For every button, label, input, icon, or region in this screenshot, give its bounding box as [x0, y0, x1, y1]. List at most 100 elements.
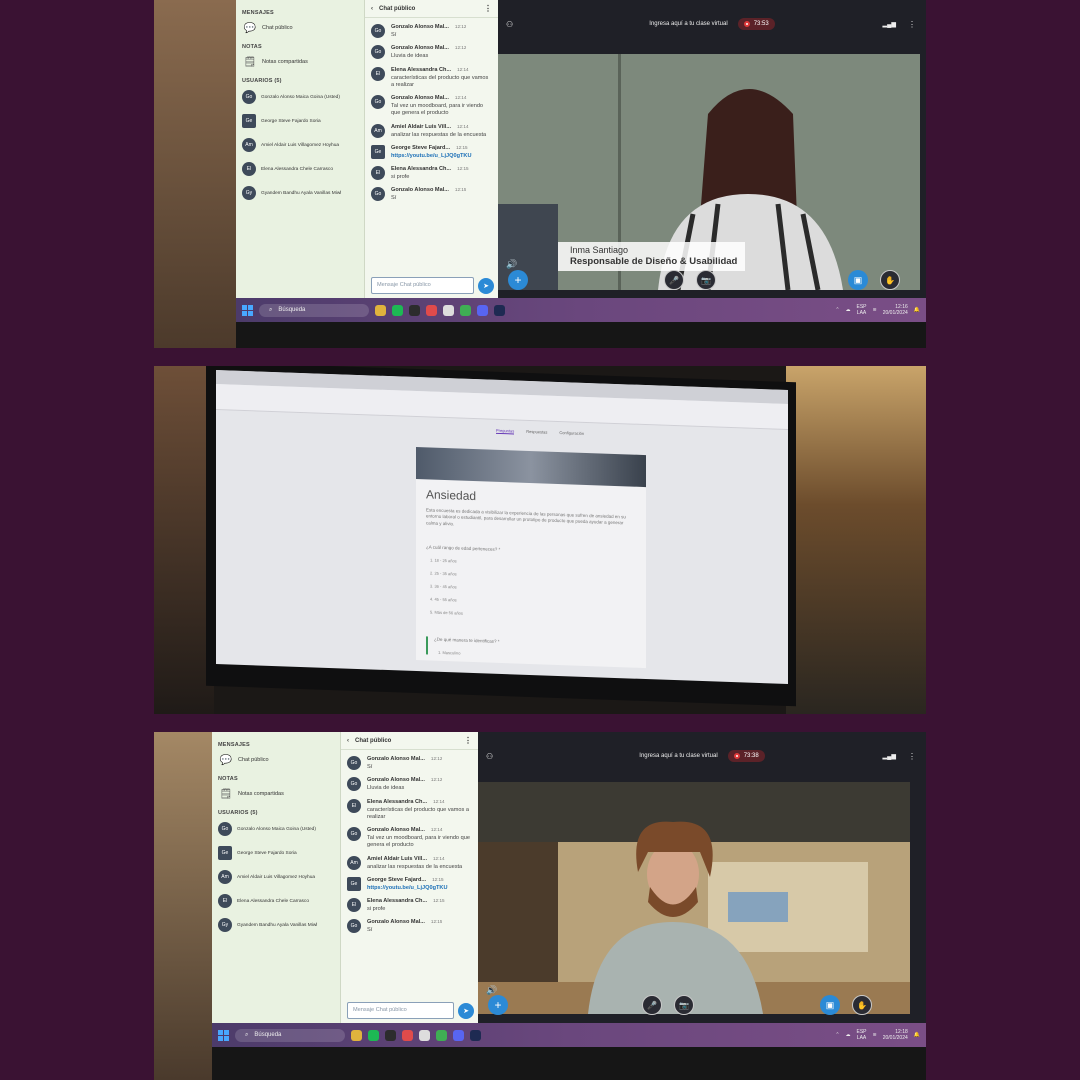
discord-icon[interactable]: [477, 304, 488, 316]
raise-hand-button[interactable]: ✋: [880, 270, 900, 290]
cloud-icon[interactable]: ☁: [846, 307, 851, 313]
add-action-button[interactable]: +: [508, 270, 528, 290]
message-link[interactable]: https://youtu.be/u_LjJQ0gTKU: [367, 885, 448, 892]
public-chat-label: Chat público: [238, 757, 269, 763]
pdf-icon[interactable]: [419, 1029, 430, 1041]
raise-hand-button[interactable]: ✋: [852, 995, 872, 1015]
windows-start-icon[interactable]: [242, 304, 253, 316]
pdf-icon[interactable]: [443, 304, 454, 316]
kebab-menu-icon[interactable]: ⋮: [484, 4, 492, 13]
avatar: Go: [371, 95, 385, 110]
option[interactable]: 5. Más de 56 años: [430, 609, 636, 621]
wifi-icon[interactable]: ≋: [873, 1032, 877, 1038]
taskbar-clock[interactable]: 12:18 20/01/2024: [883, 1029, 908, 1042]
kebab-menu-icon[interactable]: ⋮: [464, 736, 472, 745]
user-item[interactable]: Gy Gyandem Bandhu Ayala Vanillas Miwl: [218, 918, 334, 932]
notes-icon: 🗒: [243, 56, 257, 68]
language-indicator[interactable]: ESP LAA: [857, 304, 867, 317]
mute-mic-button[interactable]: 🎤: [664, 270, 684, 290]
app-icon[interactable]: [409, 304, 420, 316]
option[interactable]: 4. 45 - 55 años: [430, 596, 636, 608]
question-1[interactable]: ¿A cuál rango de edad perteneces? *: [426, 544, 636, 556]
file-explorer-icon[interactable]: [351, 1029, 362, 1041]
tab-responses[interactable]: Respuestas: [526, 429, 547, 436]
users-icon[interactable]: ⚇: [506, 20, 513, 29]
taskbar-search[interactable]: ⌕ Búsqueda: [259, 303, 369, 317]
discord-icon[interactable]: [453, 1029, 464, 1041]
shared-notes-item[interactable]: 🗒 Notas compartidas: [244, 56, 358, 68]
camera-button[interactable]: 📷: [696, 270, 716, 290]
shared-notes-item[interactable]: 🗒 Notas compartidas: [220, 788, 334, 800]
chat-message-input[interactable]: Mensaje Chat público: [371, 277, 474, 294]
notification-bell-icon[interactable]: 🔔: [914, 1032, 920, 1038]
file-explorer-icon[interactable]: [375, 304, 386, 316]
tab-settings[interactable]: Configuración: [559, 430, 584, 437]
avatar: Am: [218, 870, 232, 884]
photoshop-icon[interactable]: [494, 304, 505, 316]
user-item[interactable]: Go Gonzalo Alonso Maica Goina (Usted): [218, 822, 334, 836]
user-item[interactable]: Ge George Steve Fajardo Soria: [242, 114, 358, 128]
back-icon[interactable]: ‹: [371, 6, 373, 12]
class-link-text[interactable]: Ingresa aquí a tu clase virtual: [649, 21, 727, 27]
user-item[interactable]: Go Gonzalo Alonso Maica Goina (Usted): [242, 90, 358, 104]
message-link[interactable]: https://youtu.be/u_LjJQ0gTKU: [391, 153, 472, 160]
question-2[interactable]: ¿De qué manera te identificas? *: [434, 637, 636, 649]
user-item[interactable]: Am Amiel Aldair Luis Villagomez Hoyhua: [242, 138, 358, 152]
windows-taskbar: ⌕ Búsqueda ⌃ ☁ ESP LAA ≋ 12:16 20/01/2024 🔔: [236, 298, 926, 322]
class-link-text[interactable]: Ingresa aquí a tu clase virtual: [639, 753, 717, 759]
notification-bell-icon[interactable]: 🔔: [914, 307, 920, 313]
message-time: 12:12: [454, 24, 467, 29]
chevron-up-icon[interactable]: ⌃: [835, 307, 839, 313]
avatar: Go: [347, 827, 361, 842]
taskbar-search[interactable]: ⌕ Búsqueda: [235, 1028, 345, 1042]
cloud-icon[interactable]: ☁: [846, 1032, 851, 1038]
option[interactable]: 2. 25 - 35 años: [430, 570, 636, 582]
user-item[interactable]: Am Amiel Aldair Luis Villagomez Hoyhua: [218, 870, 334, 884]
back-icon[interactable]: ‹: [347, 738, 349, 744]
notes-heading: NOTAS: [218, 776, 238, 782]
tab-questions[interactable]: Preguntas: [496, 427, 515, 435]
screen-share-button[interactable]: ▣: [848, 270, 868, 290]
kebab-menu-icon[interactable]: ⋮: [908, 20, 916, 29]
public-chat-item[interactable]: 💬 Chat público: [244, 22, 358, 34]
message-time: 12:15: [430, 919, 443, 925]
spotify-icon[interactable]: [368, 1029, 379, 1041]
avatar: Gy: [218, 918, 232, 932]
opera-icon[interactable]: [402, 1029, 413, 1041]
user-item[interactable]: El Elena Alessandra Chele Carrasco: [242, 162, 358, 176]
user-item[interactable]: Gy Gyandem Bandhu Ayala Vanillas Miwl: [242, 186, 358, 200]
opera-icon[interactable]: [426, 304, 437, 316]
user-item[interactable]: El Elena Alessandra Chele Carrasco: [218, 894, 334, 908]
public-chat-item[interactable]: 💬 Chat público: [220, 754, 334, 766]
mute-mic-button[interactable]: 🎤: [642, 995, 662, 1015]
recording-indicator[interactable]: 73:53: [737, 18, 775, 30]
option[interactable]: 3. 36 - 45 años: [430, 583, 636, 595]
app-icon[interactable]: [385, 1029, 396, 1041]
camera-button[interactable]: 📷: [674, 995, 694, 1015]
taskbar-clock[interactable]: 12:16 20/01/2024: [883, 304, 908, 317]
wifi-icon[interactable]: ≋: [873, 307, 877, 313]
option[interactable]: 1. 18 - 25 años: [430, 557, 636, 569]
add-action-button[interactable]: +: [488, 995, 508, 1015]
form-description[interactable]: Esta encuesta es dedicada a visibilizar …: [426, 507, 636, 533]
user-name: Gonzalo Alonso Maica Goina (Usted): [237, 826, 316, 832]
chevron-up-icon[interactable]: ⌃: [835, 1032, 839, 1038]
screen-share-button[interactable]: ▣: [820, 995, 840, 1015]
windows-start-icon[interactable]: [218, 1029, 229, 1041]
whatsapp-icon[interactable]: [436, 1029, 447, 1041]
kebab-menu-icon[interactable]: ⋮: [908, 752, 916, 761]
users-icon[interactable]: ⚇: [486, 752, 493, 761]
photoshop-icon[interactable]: [470, 1029, 481, 1041]
message-time: 12:15: [433, 898, 445, 904]
language-indicator[interactable]: ESP LAA: [857, 1029, 867, 1042]
chat-message-input[interactable]: Mensaje Chat público: [347, 1002, 454, 1019]
user-item[interactable]: Ge George Steve Fajardo Soria: [218, 846, 334, 860]
spotify-icon[interactable]: [392, 304, 403, 316]
recording-indicator[interactable]: 73:38: [727, 750, 765, 762]
send-button[interactable]: ➤: [478, 278, 494, 294]
send-button[interactable]: ➤: [458, 1003, 474, 1019]
lang-top: ESP: [856, 303, 867, 310]
whatsapp-icon[interactable]: [460, 304, 471, 316]
option[interactable]: 1. Masculino: [438, 650, 636, 662]
form-title[interactable]: Ansiedad: [426, 487, 636, 508]
